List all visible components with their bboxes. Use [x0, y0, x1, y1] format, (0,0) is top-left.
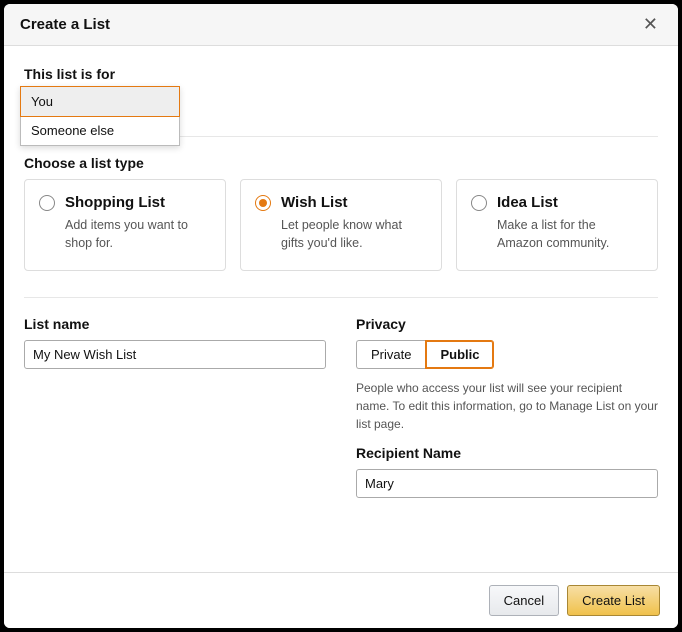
list-type-wish[interactable]: Wish List Let people know what gifts you… [240, 179, 442, 271]
privacy-label: Privacy [356, 316, 658, 332]
create-list-button[interactable]: Create List [567, 585, 660, 616]
privacy-toggle: Private Public [356, 340, 658, 369]
list-type-row: Shopping List Add items you want to shop… [24, 179, 658, 271]
close-icon[interactable]: ✕ [639, 14, 662, 35]
privacy-help-text: People who access your list will see you… [356, 379, 658, 433]
list-for-label: This list is for [24, 66, 658, 82]
radio-icon[interactable] [39, 195, 55, 211]
radio-icon[interactable] [255, 195, 271, 211]
modal-body: This list is for You Someone else Choose… [4, 46, 678, 572]
modal-footer: Cancel Create List [4, 572, 678, 628]
list-name-input[interactable] [24, 340, 326, 369]
card-title: Idea List [497, 194, 558, 211]
list-for-section: This list is for You Someone else [24, 66, 658, 82]
card-head: Shopping List [39, 194, 211, 211]
list-for-dropdown: You Someone else [20, 86, 180, 146]
create-list-modal: Create a List ✕ This list is for You Som… [4, 4, 678, 628]
list-type-shopping[interactable]: Shopping List Add items you want to shop… [24, 179, 226, 271]
card-desc: Make a list for the Amazon community. [497, 217, 643, 252]
dropdown-option-someone-else[interactable]: Someone else [21, 116, 179, 145]
card-head: Idea List [471, 194, 643, 211]
card-desc: Add items you want to shop for. [65, 217, 211, 252]
dropdown-option-you[interactable]: You [20, 86, 180, 117]
privacy-private-button[interactable]: Private [356, 340, 425, 369]
card-title: Shopping List [65, 194, 165, 211]
privacy-public-button[interactable]: Public [425, 340, 494, 369]
divider [24, 297, 658, 298]
radio-icon[interactable] [471, 195, 487, 211]
modal-header: Create a List ✕ [4, 4, 678, 46]
modal-title: Create a List [20, 16, 110, 33]
cancel-button[interactable]: Cancel [489, 585, 559, 616]
list-name-label: List name [24, 316, 326, 332]
recipient-name-input[interactable] [356, 469, 658, 498]
recipient-label: Recipient Name [356, 445, 658, 461]
card-title: Wish List [281, 194, 348, 211]
card-head: Wish List [255, 194, 427, 211]
list-name-col: List name [24, 316, 326, 498]
privacy-col: Privacy Private Public People who access… [356, 316, 658, 498]
list-type-idea[interactable]: Idea List Make a list for the Amazon com… [456, 179, 658, 271]
list-type-label: Choose a list type [24, 155, 658, 171]
form-row: List name Privacy Private Public People … [24, 316, 658, 498]
card-desc: Let people know what gifts you'd like. [281, 217, 427, 252]
